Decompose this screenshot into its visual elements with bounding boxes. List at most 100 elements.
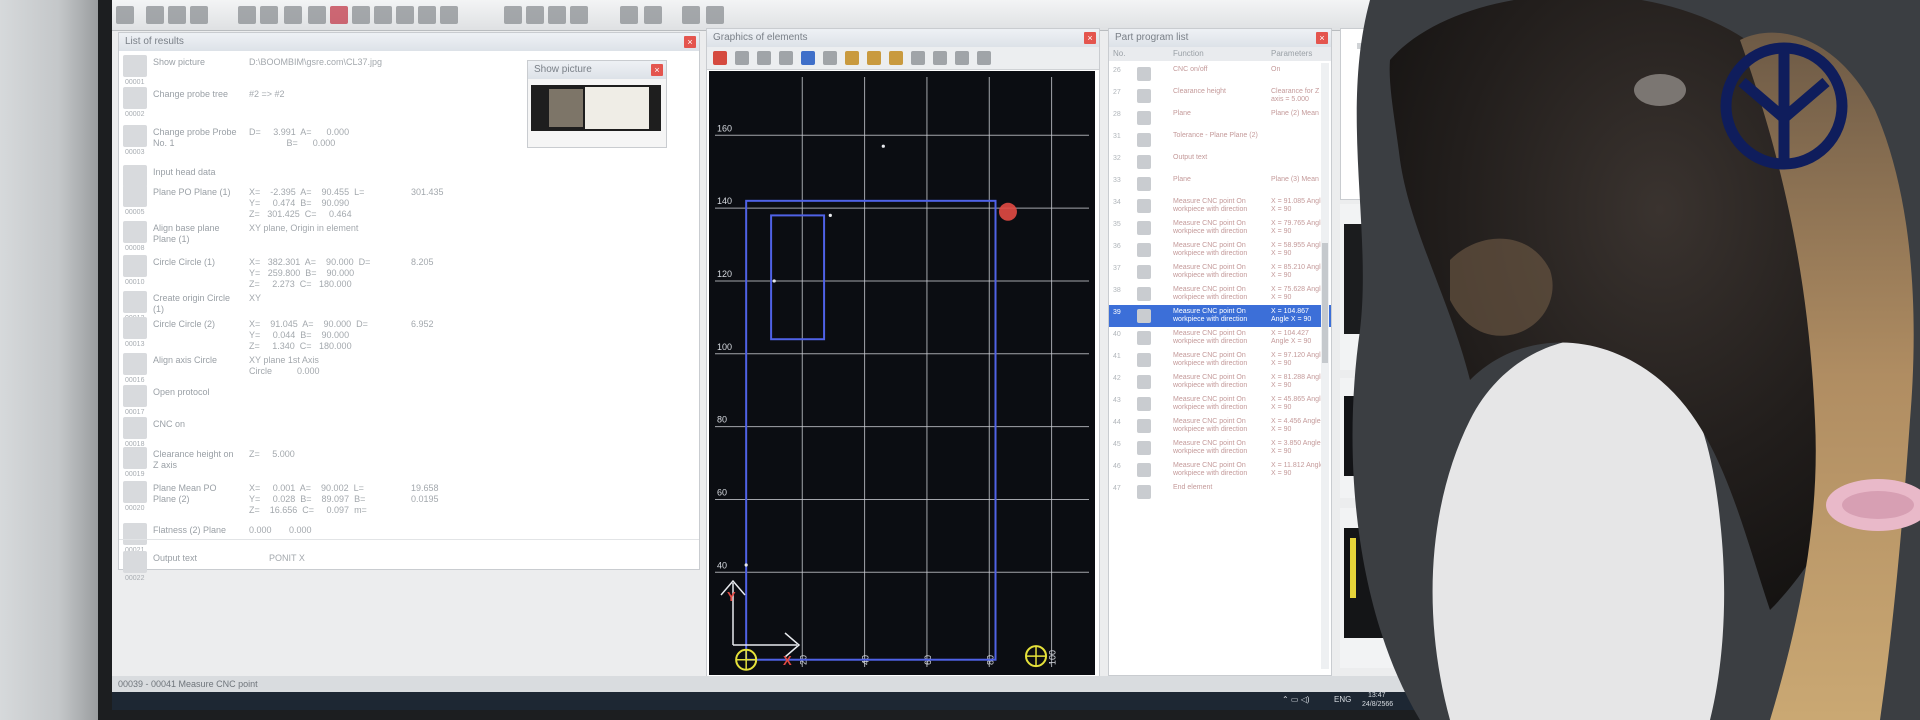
graphics-toolbar	[707, 47, 1099, 70]
y-tick-label: 60	[717, 487, 727, 497]
row-function: Plane	[1173, 110, 1191, 117]
program-row[interactable]: 41 Measure CNC point On workpiece with di…	[1109, 349, 1331, 371]
program-row[interactable]: 39 Measure CNC point On workpiece with di…	[1109, 305, 1331, 327]
function-icon	[1137, 441, 1151, 455]
axis-view-icon[interactable]	[911, 51, 925, 65]
program-row[interactable]: 32 Output text	[1109, 151, 1331, 173]
element-icon	[123, 221, 147, 243]
result-label: Circle Circle (1)	[153, 257, 216, 267]
copy-icon[interactable]	[238, 6, 256, 24]
zoom-fit-icon[interactable]	[713, 51, 727, 65]
paste-icon[interactable]	[260, 6, 278, 24]
y-axis-label: Y	[727, 589, 736, 604]
element-icon	[123, 255, 147, 277]
front-view-icon[interactable]	[889, 51, 903, 65]
element-icon	[123, 417, 147, 439]
program-row[interactable]: 45 Measure CNC point On workpiece with di…	[1109, 437, 1331, 459]
probe-icon[interactable]	[146, 6, 164, 24]
program-row[interactable]: 47 End element	[1109, 481, 1331, 503]
program-row[interactable]: 33 Plane Plane (3) Mean	[1109, 173, 1331, 195]
zoom-icon[interactable]	[735, 51, 749, 65]
save-as-icon[interactable]	[526, 6, 544, 24]
function-icon	[1137, 287, 1151, 301]
row-number: 38	[1113, 287, 1121, 294]
unlock-icon[interactable]	[440, 6, 458, 24]
step-icon[interactable]	[352, 6, 370, 24]
probe-view-icon[interactable]	[801, 51, 815, 65]
workpiece-outline	[745, 199, 997, 661]
part-program-panel: Part program list × No. Function Paramet…	[1108, 28, 1332, 676]
measure-icon[interactable]	[977, 51, 991, 65]
row-number: 31	[1113, 133, 1121, 140]
close-icon[interactable]: ×	[651, 64, 663, 76]
window-icon[interactable]	[706, 6, 724, 24]
settings-icon[interactable]	[644, 6, 662, 24]
program-row[interactable]: 43 Measure CNC point On workpiece with di…	[1109, 393, 1331, 415]
gauge-icon[interactable]	[620, 6, 638, 24]
side-view-icon[interactable]	[867, 51, 881, 65]
row-number: 27	[1113, 89, 1121, 96]
result-number: 00016	[125, 377, 145, 384]
program-row[interactable]: 34 Measure CNC point On workpiece with di…	[1109, 195, 1331, 217]
function-icon	[1137, 419, 1151, 433]
program-row[interactable]: 27 Clearance height Clearance for Z axis =…	[1109, 85, 1331, 107]
close-icon[interactable]: ×	[684, 36, 696, 48]
element-icon	[123, 317, 147, 339]
target-icon[interactable]	[823, 51, 837, 65]
inner-rectangle	[770, 214, 826, 341]
program-row[interactable]: 36 Measure CNC point On workpiece with di…	[1109, 239, 1331, 261]
close-icon[interactable]: ×	[1084, 32, 1096, 44]
row-number: 39	[1113, 309, 1121, 316]
program-row[interactable]: 44 Measure CNC point On workpiece with di…	[1109, 415, 1331, 437]
show-picture-window: Show picture ×	[527, 60, 667, 148]
save-icon[interactable]	[504, 6, 522, 24]
status-bar: 00039 - 00041 Measure CNC point	[112, 676, 1442, 692]
help-icon[interactable]	[682, 6, 700, 24]
graphics-canvas[interactable]: 20 40 60 80 100 40 60 80 100 120 140 160 Y X	[709, 71, 1095, 675]
export-icon[interactable]	[570, 6, 588, 24]
result-label: Output text	[153, 553, 198, 563]
pause-icon[interactable]	[330, 6, 348, 24]
x-tick-label: 100	[1048, 650, 1058, 665]
skip-back-icon[interactable]	[308, 6, 326, 24]
plane-view-icon[interactable]	[845, 51, 859, 65]
play-icon[interactable]	[374, 6, 392, 24]
program-row[interactable]: 26 CNC on/off On	[1109, 63, 1331, 85]
result-data: X= 91.045 A= 90.000 D= Y= 0.044 B= 90.00…	[249, 319, 368, 351]
result-data: D:\BOOMBIM\gsre.com\CL37.jpg	[249, 57, 383, 67]
result-label: CNC on	[153, 419, 186, 429]
status-text: 00039 - 00041 Measure CNC point	[118, 679, 258, 689]
row-number: 35	[1113, 221, 1121, 228]
program-row[interactable]: 42 Measure CNC point On workpiece with di…	[1109, 371, 1331, 393]
program-row[interactable]: 28 Plane Plane (2) Mean	[1109, 107, 1331, 129]
sketch-icon[interactable]	[190, 6, 208, 24]
result-number: 00010	[125, 279, 145, 286]
result-label: Align axis Circle	[153, 355, 218, 365]
result-data: XY	[249, 293, 262, 303]
open-icon[interactable]	[116, 6, 134, 24]
print-icon[interactable]	[548, 6, 566, 24]
program-row[interactable]: 31 Tolerance - Plane Plane (2)	[1109, 129, 1331, 151]
program-row[interactable]: 35 Measure CNC point On workpiece with di…	[1109, 217, 1331, 239]
lock-icon[interactable]	[418, 6, 436, 24]
stop-icon[interactable]	[284, 6, 302, 24]
result-label: Input head data	[153, 167, 216, 177]
program-row[interactable]: 40 Measure CNC point On workpiece with di…	[1109, 327, 1331, 349]
element-icon	[123, 165, 147, 187]
program-row[interactable]: 46 Measure CNC point On workpiece with di…	[1109, 459, 1331, 481]
show-picture-title: Show picture	[528, 61, 666, 79]
result-label: Circle Circle (2)	[153, 319, 216, 329]
pan-icon[interactable]	[757, 51, 771, 65]
program-row[interactable]: 37 Measure CNC point On workpiece with di…	[1109, 261, 1331, 283]
row-function: Tolerance - Plane Plane (2)	[1173, 132, 1258, 139]
row-number: 34	[1113, 199, 1121, 206]
rotate-icon[interactable]	[779, 51, 793, 65]
cube-icon[interactable]	[955, 51, 969, 65]
grid-icon[interactable]	[933, 51, 947, 65]
program-row[interactable]: 38 Measure CNC point On workpiece with di…	[1109, 283, 1331, 305]
result-number: 00022	[125, 575, 145, 582]
tool-icon[interactable]	[168, 6, 186, 24]
function-icon	[1137, 111, 1151, 125]
hair-tie-inner	[1842, 491, 1914, 519]
up-icon[interactable]	[396, 6, 414, 24]
